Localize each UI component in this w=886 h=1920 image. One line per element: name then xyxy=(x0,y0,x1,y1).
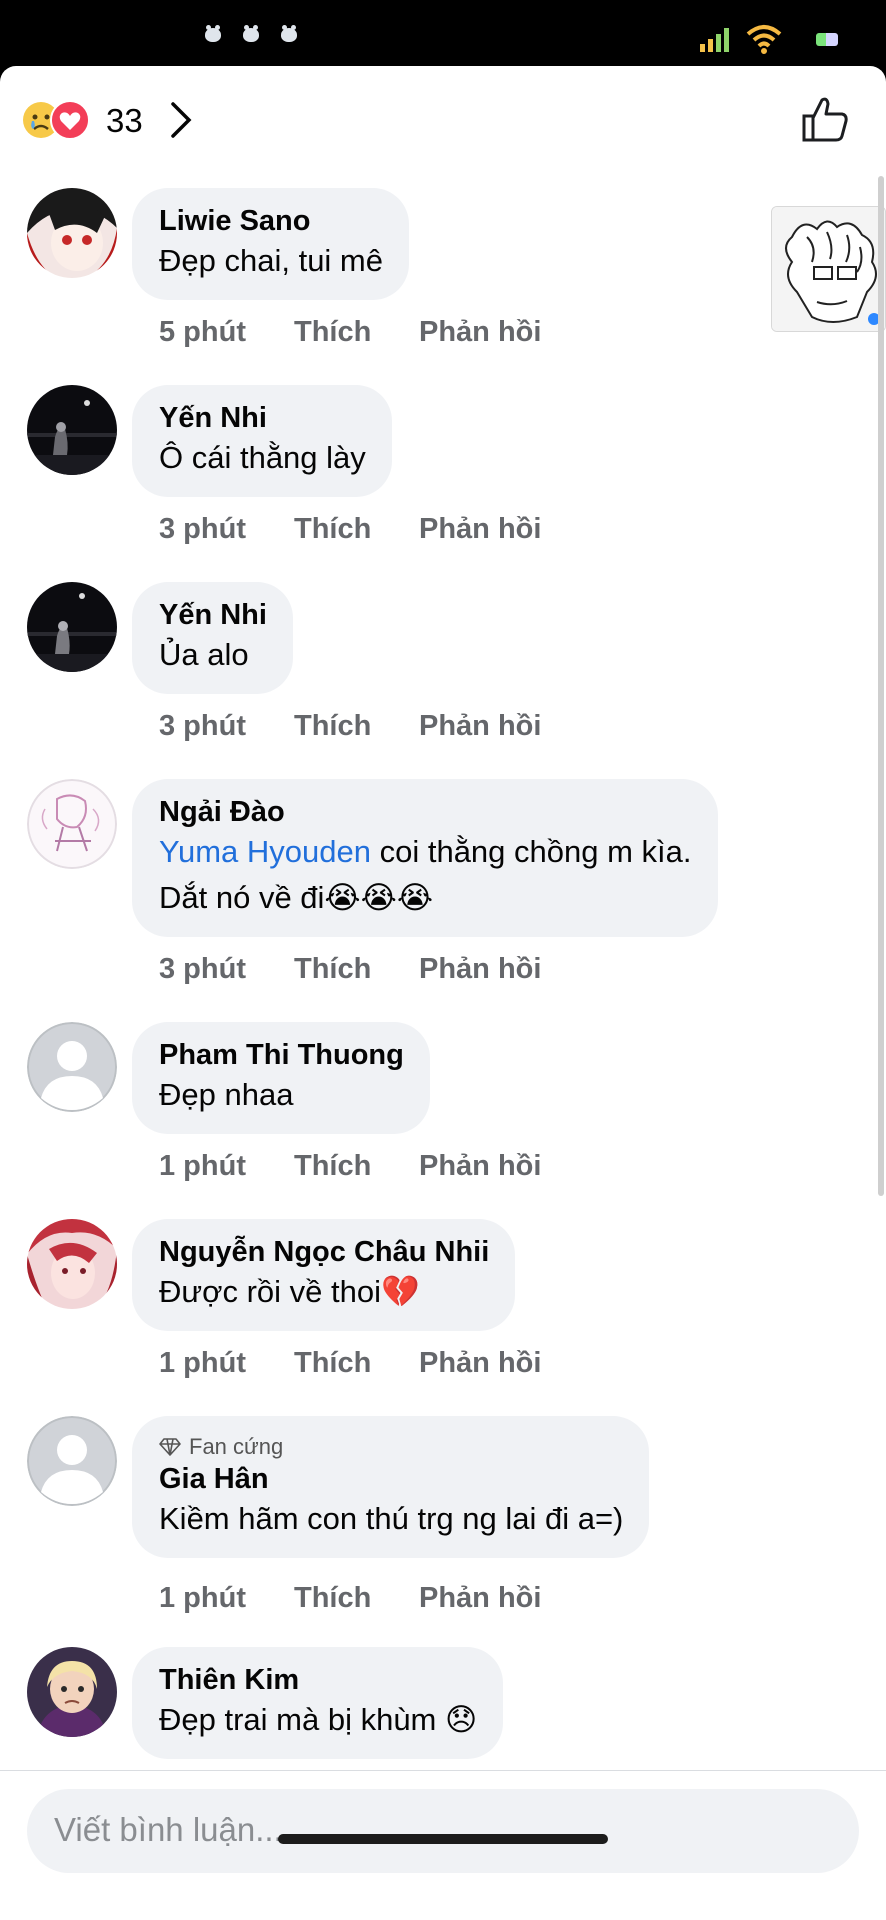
comment-text: Đẹp chai, tui mê xyxy=(159,243,383,278)
avatar[interactable] xyxy=(27,1416,117,1506)
reply-link[interactable]: Phản hồi xyxy=(419,710,541,743)
like-link[interactable]: Thích xyxy=(294,710,419,743)
comment-bubble[interactable]: Fan cứng Gia Hân Kiềm hãm con thú trg ng… xyxy=(132,1416,650,1558)
thumbs-up-icon[interactable] xyxy=(800,94,850,144)
comment-text: coi thằng chồng m kìa. xyxy=(370,834,692,869)
comment-bubble[interactable]: Nguyễn Ngọc Châu Nhii Được rồi về thoi💔 xyxy=(132,1219,516,1331)
comment-author[interactable]: Ngải Đào xyxy=(159,795,692,829)
comment-time[interactable]: 5 phút xyxy=(159,316,294,349)
like-link[interactable]: Thích xyxy=(294,1150,419,1183)
comment-author[interactable]: Thiên Kim xyxy=(159,1663,477,1697)
comment-author[interactable]: Liwie Sano xyxy=(159,204,383,238)
fan-badge: Fan cứng xyxy=(159,1432,623,1462)
home-indicator[interactable] xyxy=(278,1834,608,1844)
comment-text: Đẹp trai mà bị khùm 😞 xyxy=(159,1702,478,1737)
comment-input[interactable]: Viết bình luận... xyxy=(27,1789,859,1873)
diamond-icon xyxy=(159,1438,181,1456)
reply-link[interactable]: Phản hồi xyxy=(419,1150,541,1183)
heart-icon xyxy=(50,100,90,140)
avatar[interactable] xyxy=(27,779,117,869)
comment-bubble[interactable]: Thiên Kim Đẹp trai mà bị khùm 😞 xyxy=(132,1647,504,1759)
comment-actions: 5 phút Thích Phản hồi xyxy=(159,316,541,349)
comment-bubble[interactable]: Yến Nhi Ô cái thằng lày xyxy=(132,385,392,497)
comment-time[interactable]: 1 phút xyxy=(159,1582,294,1615)
reply-link[interactable]: Phản hồi xyxy=(419,316,541,349)
avatar[interactable] xyxy=(27,1022,117,1112)
reaction-icons xyxy=(23,100,90,140)
comment-actions: 1 phút Thích Phản hồi xyxy=(159,1582,541,1615)
comment-time[interactable]: 1 phút xyxy=(159,1150,294,1183)
mention-link[interactable]: Yuma Hyouden xyxy=(159,834,371,869)
comment-composer: Viết bình luận... xyxy=(0,1770,886,1920)
notification-icons xyxy=(205,25,297,42)
status-bar xyxy=(0,0,886,66)
comment-time[interactable]: 1 phút xyxy=(159,1347,294,1380)
comment-bubble[interactable]: Liwie Sano Đẹp chai, tui mê xyxy=(132,188,409,300)
comment-actions: 3 phút Thích Phản hồi xyxy=(159,710,541,743)
wifi-icon xyxy=(746,25,782,54)
comment-author[interactable]: Gia Hân xyxy=(159,1462,623,1496)
reaction-count: 33 xyxy=(106,102,143,139)
comment-actions: 1 phút Thích Phản hồi xyxy=(159,1347,541,1380)
like-link[interactable]: Thích xyxy=(294,316,419,349)
chevron-right-icon[interactable] xyxy=(168,100,194,140)
comment-actions: 1 phút Thích Phản hồi xyxy=(159,1150,541,1183)
pig-icon xyxy=(281,25,297,42)
comment-text: Kiềm hãm con thú trg ng lai đi a=) xyxy=(159,1501,624,1536)
comment-time[interactable]: 3 phút xyxy=(159,513,294,546)
comment-text: Được rồi về thoi💔 xyxy=(159,1274,420,1309)
comment-text: Ủa alo xyxy=(159,637,249,672)
avatar[interactable] xyxy=(27,582,117,672)
reply-link[interactable]: Phản hồi xyxy=(419,953,541,986)
reply-link[interactable]: Phản hồi xyxy=(419,513,541,546)
comment-author[interactable]: Yến Nhi xyxy=(159,401,366,435)
avatar[interactable] xyxy=(27,188,117,278)
like-link[interactable]: Thích xyxy=(294,1582,419,1615)
reply-link[interactable]: Phản hồi xyxy=(419,1582,541,1615)
comment-text: Dắt nó về đi😭😭😭 xyxy=(159,880,434,915)
like-link[interactable]: Thích xyxy=(294,513,419,546)
signal-icon xyxy=(700,28,729,52)
pig-icon xyxy=(205,25,221,42)
floating-video-thumbnail[interactable] xyxy=(771,206,886,332)
like-link[interactable]: Thích xyxy=(294,953,419,986)
comment-bubble[interactable]: Pham Thi Thuong Đẹp nhaa xyxy=(132,1022,430,1134)
comment-author[interactable]: Pham Thi Thuong xyxy=(159,1038,404,1072)
pig-icon xyxy=(243,25,259,42)
reply-link[interactable]: Phản hồi xyxy=(419,1347,541,1380)
comments-sheet: 33 Liwie Sano Đẹp chai, tui mê 5 phút Th… xyxy=(0,66,886,1920)
comment-text: Ô cái thằng lày xyxy=(159,440,366,475)
comment-bubble[interactable]: Yến Nhi Ủa alo xyxy=(132,582,293,694)
scrollbar[interactable] xyxy=(878,176,884,1196)
comment-bubble[interactable]: Ngải Đào Yuma Hyouden coi thằng chồng m … xyxy=(132,779,718,937)
avatar[interactable] xyxy=(27,385,117,475)
comment-time[interactable]: 3 phút xyxy=(159,710,294,743)
avatar[interactable] xyxy=(27,1219,117,1309)
comment-author[interactable]: Yến Nhi xyxy=(159,598,267,632)
reactions-bar[interactable]: 33 xyxy=(0,66,886,176)
avatar[interactable] xyxy=(27,1647,117,1737)
fan-badge-label: Fan cứng xyxy=(189,1434,284,1459)
comment-text-line: Yuma Hyouden coi thằng chồng m kìa. xyxy=(159,829,692,875)
battery-icon xyxy=(816,33,838,46)
comment-actions: 3 phút Thích Phản hồi xyxy=(159,513,541,546)
comment-text: Đẹp nhaa xyxy=(159,1077,294,1112)
comment-author[interactable]: Nguyễn Ngọc Châu Nhii xyxy=(159,1235,489,1269)
like-link[interactable]: Thích xyxy=(294,1347,419,1380)
comment-time[interactable]: 3 phút xyxy=(159,953,294,986)
comment-actions: 3 phút Thích Phản hồi xyxy=(159,953,541,986)
